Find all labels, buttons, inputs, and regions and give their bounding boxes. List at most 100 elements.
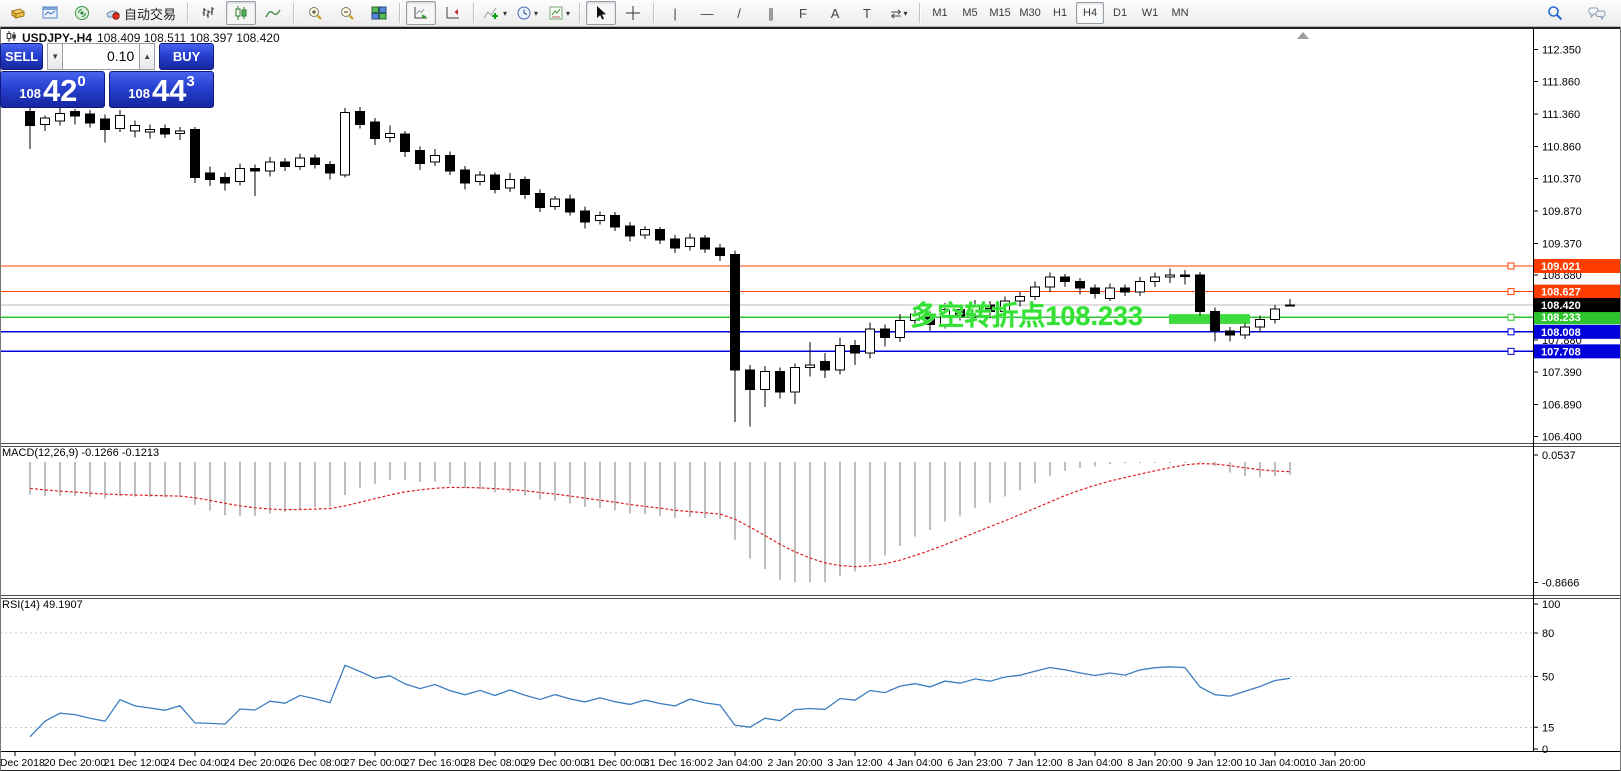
level-price-tag-text: 107.708: [1541, 346, 1581, 358]
toolbar-separator: [919, 3, 921, 23]
lot-size-input[interactable]: 0.10: [63, 43, 139, 70]
macd-label: MACD(12,26,9) -0.1266 -0.1213: [2, 447, 159, 459]
arrows-tool[interactable]: ⇄▾: [884, 1, 914, 25]
candle-body: [1226, 331, 1235, 335]
timeframe-button-MN[interactable]: MN: [1166, 2, 1194, 24]
text-icon: A: [831, 7, 840, 20]
time-axis-label: 26 Dec 08:00: [284, 757, 347, 769]
bars-chart-icon[interactable]: [194, 1, 224, 25]
horizontal-line-icon: —: [701, 7, 714, 20]
candle-body: [86, 114, 95, 123]
sell-button[interactable]: SELL: [0, 43, 43, 70]
candle-body: [236, 169, 245, 182]
candle-body: [1211, 312, 1220, 332]
level-price-tag-text: 108.008: [1541, 327, 1581, 339]
gold-cube-icon[interactable]: [3, 1, 33, 25]
ask-price-button[interactable]: 108 44 3: [109, 71, 214, 108]
terminal-icon[interactable]: [35, 1, 65, 25]
candle-body: [1166, 275, 1175, 277]
zoom-out-icon[interactable]: [332, 1, 362, 25]
search-icon[interactable]: [1540, 1, 1570, 25]
rsi-scale-label: 80: [1542, 628, 1554, 640]
candle-body: [266, 162, 275, 171]
auto-trading-label: 自动交易: [124, 4, 176, 23]
lot-decrease-button[interactable]: ▼: [47, 43, 63, 70]
candle-body: [131, 126, 140, 131]
candle-body: [821, 362, 830, 370]
signal-icon[interactable]: [67, 1, 97, 25]
auto-trading-button[interactable]: 自动交易: [99, 1, 182, 25]
candlestick-chart-icon[interactable]: [226, 1, 256, 25]
time-axis-label: 4 Jan 04:00: [888, 757, 943, 769]
toolbar-separator: [579, 3, 581, 23]
candle-body: [626, 226, 635, 236]
buy-button[interactable]: BUY: [159, 43, 214, 70]
candle-body: [296, 158, 305, 166]
candle-body: [1136, 282, 1145, 292]
bid-price-button[interactable]: 108 42 0: [0, 71, 105, 108]
candle-body: [881, 329, 890, 337]
time-axis-label: 2 Jan 04:00: [708, 757, 763, 769]
highlight-zone[interactable]: [1169, 314, 1250, 324]
toolbar-separator: [653, 3, 655, 23]
time-axis-label: 10 Jan 04:00: [1245, 757, 1306, 769]
line-chart-icon[interactable]: [258, 1, 288, 25]
channel-icon: ∥: [768, 7, 775, 20]
cursor-icon[interactable]: [586, 1, 616, 25]
auto-scroll-icon[interactable]: [406, 1, 436, 25]
candle-body: [206, 173, 215, 180]
periods-icon[interactable]: ▾: [512, 1, 542, 25]
timeframe-button-M5[interactable]: M5: [956, 2, 984, 24]
dropdown-caret-icon: ▾: [903, 9, 907, 18]
candle-body: [116, 115, 125, 128]
candle-body: [581, 211, 590, 222]
time-axis-label: 6 Jan 23:00: [948, 757, 1003, 769]
crosshair-icon[interactable]: [618, 1, 648, 25]
fibonacci-icon: F: [799, 7, 807, 20]
level-handle: [1508, 329, 1514, 335]
trendline-tool[interactable]: /: [724, 1, 754, 25]
indicators-icon[interactable]: ▾: [480, 1, 510, 25]
candle-body: [896, 321, 905, 338]
templates-icon[interactable]: ▾: [544, 1, 574, 25]
zoom-in-icon[interactable]: [300, 1, 330, 25]
time-axis-label: 31 Dec 00:00: [584, 757, 647, 769]
lot-increase-button[interactable]: ▲: [139, 43, 155, 70]
candle-body: [41, 118, 50, 125]
label-tool[interactable]: T: [852, 1, 882, 25]
timeframe-button-M1[interactable]: M1: [926, 2, 954, 24]
fibonacci-tool[interactable]: F: [788, 1, 818, 25]
candle-body: [746, 370, 755, 390]
rsi-scale-label: 0: [1542, 744, 1548, 756]
tile-windows-icon[interactable]: [364, 1, 394, 25]
annotation-text[interactable]: 多空转折点108.233: [910, 300, 1143, 331]
time-axis-label: 29 Dec 00:00: [524, 757, 587, 769]
timeframe-button-W1[interactable]: W1: [1136, 2, 1164, 24]
dropdown-caret-icon: ▾: [503, 9, 507, 18]
chat-icon[interactable]: [1582, 1, 1612, 25]
timeframe-button-H4[interactable]: H4: [1076, 2, 1104, 24]
timeframe-group: M1M5M15M30H1H4D1W1MN: [925, 2, 1195, 24]
bid-big: 42: [43, 77, 77, 106]
timeframe-button-H1[interactable]: H1: [1046, 2, 1074, 24]
candle-body: [446, 156, 455, 172]
horizontal-line-tool[interactable]: —: [692, 1, 722, 25]
candle-body: [536, 193, 545, 207]
chart-canvas[interactable]: 多空转折点108.233 MACD(12,26,9) -0.1266 -0.121…: [0, 27, 1621, 771]
timeframe-button-M30[interactable]: M30: [1016, 2, 1044, 24]
time-axis-label: 3 Jan 12:00: [828, 757, 883, 769]
text-tool[interactable]: A: [820, 1, 850, 25]
candle-body: [491, 175, 500, 189]
timeframe-button-D1[interactable]: D1: [1106, 2, 1134, 24]
channel-tool[interactable]: ∥: [756, 1, 786, 25]
candle-body: [401, 134, 410, 152]
dropdown-caret-icon: ▾: [534, 9, 538, 18]
candle-body: [1046, 277, 1055, 287]
chart-shift-icon[interactable]: [438, 1, 468, 25]
auto-trading-icon: [105, 5, 121, 21]
candle-body: [701, 238, 710, 249]
timeframe-button-M15[interactable]: M15: [986, 2, 1014, 24]
time-axis-label: 19 Dec 2018: [0, 757, 45, 769]
vertical-line-tool[interactable]: |: [660, 1, 690, 25]
candle-body: [251, 169, 260, 172]
